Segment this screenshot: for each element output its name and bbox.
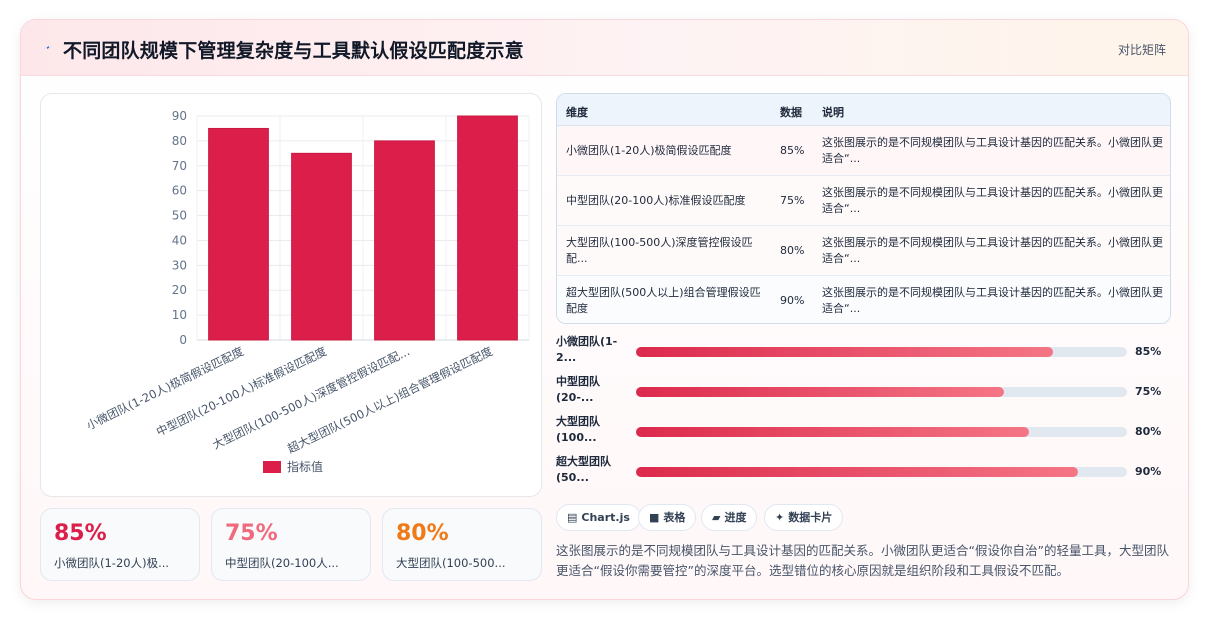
column-header-dimension: 维度 [566, 106, 588, 119]
stat-value: 85% [54, 521, 107, 546]
progress-track [636, 467, 1127, 477]
stat-card: 75% 中型团队(20-100人... [211, 508, 371, 581]
stat-card: 80% 大型团队(100-500... [382, 508, 542, 581]
y-tick-label: 20 [172, 283, 187, 297]
cell-value: 75% [780, 194, 805, 207]
chip-progress[interactable]: ▰ 进度 [701, 504, 758, 531]
progress-icon: ▰ [712, 511, 721, 524]
cell-dimension: 超大型团队(500人以上)组合管理假设匹配度 [566, 286, 761, 315]
column-header-data: 数据 [780, 106, 802, 119]
cell-dimension: 小微团队(1-20人)极简假设匹配度 [566, 144, 732, 157]
progress-track [636, 427, 1127, 437]
cell-dimension: 中型团队(20-100人)标准假设匹配度 [566, 194, 746, 207]
y-tick-label: 50 [172, 209, 187, 223]
bar [208, 127, 269, 341]
progress-label: 超大型团队(50... [556, 455, 611, 484]
stat-value: 80% [396, 521, 449, 546]
chart-icon: ▤ [567, 511, 578, 524]
table-row[interactable]: 超大型团队(500人以上)组合管理假设匹配度 90% 这张图展示的是不同规模团队… [557, 276, 1170, 323]
y-tick-label: 90 [172, 109, 187, 123]
stat-card: 85% 小微团队(1-20人)极... [40, 508, 200, 581]
sparkle-icon: ✦ [775, 511, 785, 524]
progress-label: 大型团队(100... [556, 415, 600, 444]
page-title: 不同团队规模下管理复杂度与工具默认假设匹配度示意 [63, 40, 524, 62]
stat-value: 75% [225, 521, 278, 546]
cell-description: 这张图展示的是不同规模团队与工具设计基因的匹配关系。小微团队更适合“... [822, 236, 1163, 265]
y-tick-label: 0 [179, 333, 187, 347]
y-tick-label: 30 [172, 258, 187, 272]
y-tick-label: 40 [172, 233, 187, 247]
progress-fill [636, 387, 1005, 397]
progress-fill [636, 427, 1029, 437]
stat-label: 中型团队(20-100人... [225, 556, 339, 570]
dashboard-card: 不同团队规模下管理复杂度与工具默认假设匹配度示意 对比矩阵 0 10 20 30 40 5… [20, 19, 1189, 600]
progress-track [636, 387, 1127, 397]
legend-swatch [263, 461, 281, 473]
y-tick-label: 10 [172, 308, 187, 322]
progress-value: 90% [1135, 465, 1162, 478]
chip-table[interactable]: ■ 表格 [638, 504, 697, 531]
data-table: 维度 数据 说明 小微团队(1-20人)极简假设匹配度 85% 这张图展示的是不… [556, 93, 1171, 324]
cell-dimension: 大型团队(100-500人)深度管控假设匹配... [566, 236, 753, 265]
progress-row: 超大型团队(50... 90% [556, 454, 1176, 490]
progress-value: 80% [1135, 425, 1162, 438]
y-tick-label: 60 [172, 184, 187, 198]
bar-chart: 0102030405060708090小微团队(1-20人)极简假设匹配度中型团… [84, 109, 530, 474]
progress-fill [636, 467, 1078, 477]
y-tick-label: 80 [172, 134, 187, 148]
progress-fill [636, 347, 1054, 357]
lightning-icon [42, 45, 54, 50]
cell-description: 这张图展示的是不同规模团队与工具设计基因的匹配关系。小微团队更适合“... [822, 136, 1163, 165]
summary-text: 这张图展示的是不同规模团队与工具设计基因的匹配关系。小微团队更适合“假设你自治”… [556, 543, 1169, 578]
chip-data-card[interactable]: ✦ 数据卡片 [764, 504, 844, 531]
progress-value: 75% [1135, 385, 1162, 398]
legend-label: 指标值 [287, 459, 323, 474]
bar-chart-panel: 0 10 20 30 40 50 60 70 80 90 小微团队(1-20人)极简假设匹配度 中型团… [40, 93, 542, 497]
progress-value: 85% [1135, 345, 1162, 358]
cell-value: 80% [780, 244, 805, 257]
progress-row: 中型团队(20-... 75% [556, 374, 1176, 410]
cell-value: 85% [780, 144, 805, 157]
bar [457, 115, 518, 341]
y-tick-label: 70 [172, 159, 187, 173]
progress-track [636, 347, 1127, 357]
bar [374, 140, 435, 341]
card-header: 不同团队规模下管理复杂度与工具默认假设匹配度示意 对比矩阵 [21, 20, 1188, 76]
progress-row: 大型团队(100... 80% [556, 414, 1176, 450]
chip-chartjs[interactable]: ▤ Chart.js [556, 504, 641, 531]
progress-label: 小微团队(1-2... [556, 335, 618, 364]
table-row[interactable]: 大型团队(100-500人)深度管控假设匹配... 80% 这张图展示的是不同规… [557, 226, 1170, 276]
bar [291, 152, 352, 341]
x-tick-label: 小微团队(1-20人)极简假设匹配度 [84, 344, 246, 433]
view-mode-label[interactable]: 对比矩阵 [1118, 41, 1166, 58]
column-header-description: 说明 [822, 106, 844, 119]
table-header: 维度 数据 说明 [557, 94, 1170, 126]
stat-label: 大型团队(100-500... [396, 556, 506, 570]
table-row[interactable]: 小微团队(1-20人)极简假设匹配度 85% 这张图展示的是不同规模团队与工具设… [557, 126, 1170, 176]
progress-label: 中型团队(20-... [556, 375, 600, 404]
cell-description: 这张图展示的是不同规模团队与工具设计基因的匹配关系。小微团队更适合“... [822, 286, 1163, 315]
progress-row: 小微团队(1-2... 85% [556, 334, 1176, 370]
table-row[interactable]: 中型团队(20-100人)标准假设匹配度 75% 这张图展示的是不同规模团队与工… [557, 176, 1170, 226]
cell-value: 90% [780, 294, 805, 307]
stat-label: 小微团队(1-20人)极... [54, 556, 170, 570]
cell-description: 这张图展示的是不同规模团队与工具设计基因的匹配关系。小微团队更适合“... [822, 186, 1163, 215]
table-icon: ■ [649, 511, 660, 524]
